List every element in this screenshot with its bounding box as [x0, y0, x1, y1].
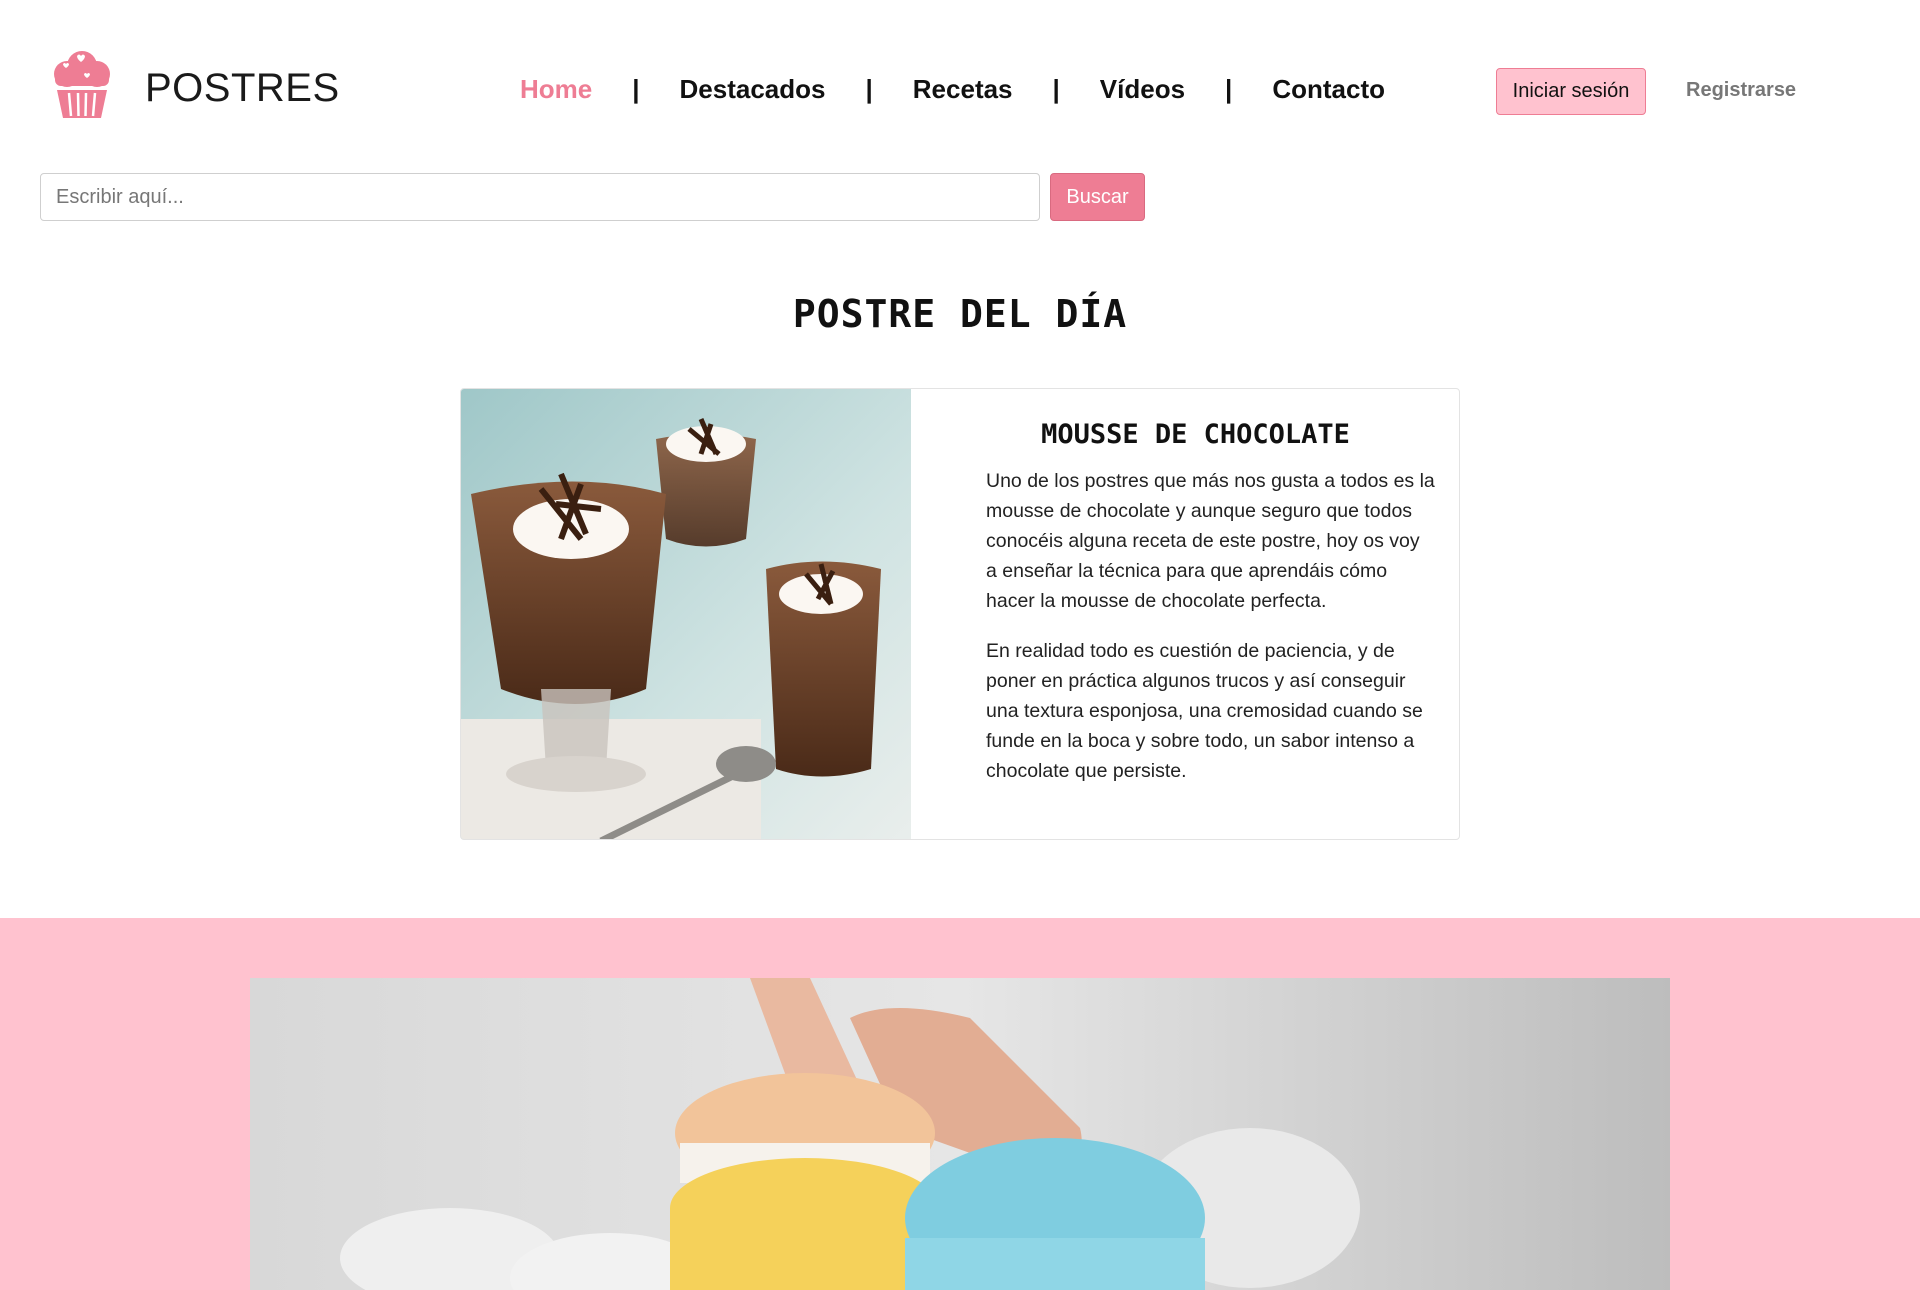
search-input[interactable]	[40, 173, 1040, 221]
featured-body: MOUSSE DE CHOCOLATE Uno de los postres q…	[911, 389, 1459, 839]
nav-separator: |	[865, 74, 873, 104]
cupcake-icon[interactable]	[47, 48, 117, 120]
macarons-image	[250, 978, 1670, 1290]
search-bar: Buscar	[40, 173, 1145, 221]
nav-item-contacto[interactable]: Contacto	[1272, 74, 1385, 105]
nav-item-destacados[interactable]: Destacados	[680, 74, 826, 105]
macarons-banner	[0, 918, 1920, 1290]
nav-item-recetas[interactable]: Recetas	[913, 74, 1013, 105]
nav-item-home[interactable]: Home	[520, 74, 592, 105]
login-button[interactable]: Iniciar sesión	[1496, 68, 1646, 115]
nav-item-videos[interactable]: Vídeos	[1100, 74, 1185, 105]
section-title: POSTRE DEL DÍA	[792, 292, 1128, 336]
site-header: POSTRES Home | Destacados | Recetas | Ví…	[0, 0, 1920, 150]
register-link[interactable]: Registrarse	[1686, 79, 1796, 102]
main-nav: Home | Destacados | Recetas | Vídeos | C…	[520, 74, 1385, 105]
featured-title: MOUSSE DE CHOCOLATE	[1041, 419, 1350, 450]
nav-separator: |	[1052, 74, 1060, 104]
brand-name[interactable]: POSTRES	[145, 66, 340, 111]
search-button[interactable]: Buscar	[1050, 173, 1145, 221]
featured-image	[461, 389, 911, 839]
featured-paragraph: Uno de los postres que más nos gusta a t…	[986, 470, 1435, 612]
nav-separator: |	[1225, 74, 1233, 104]
featured-card: MOUSSE DE CHOCOLATE Uno de los postres q…	[460, 388, 1460, 840]
featured-paragraph: En realidad todo es cuestión de pacienci…	[986, 640, 1423, 782]
nav-separator: |	[632, 74, 640, 104]
